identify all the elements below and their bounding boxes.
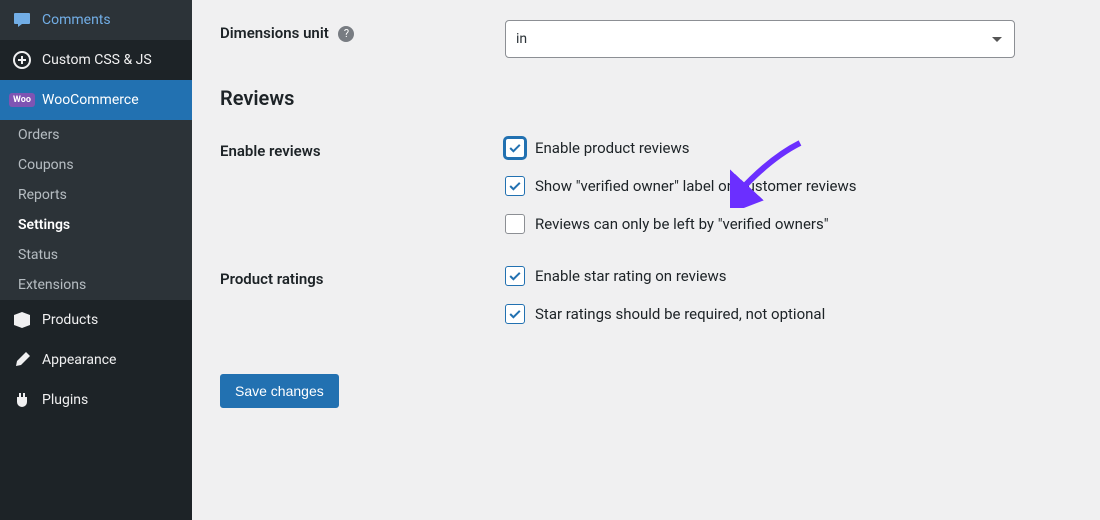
sidebar-item-label: Products <box>42 312 98 328</box>
sidebar-item-appearance[interactable]: Appearance <box>0 340 192 380</box>
enable-reviews-label: Enable reviews <box>220 138 505 160</box>
checkbox-label: Star ratings should be required, not opt… <box>535 305 825 323</box>
check-row: Enable product reviews <box>505 138 1072 158</box>
checkbox-label: Show "verified owner" label on customer … <box>535 177 857 195</box>
submenu-item-extensions[interactable]: Extensions <box>0 270 192 300</box>
verified-owners-only-checkbox[interactable] <box>505 214 525 234</box>
reviews-heading: Reviews <box>220 86 1072 110</box>
sidebar-item-label: WooCommerce <box>42 92 139 108</box>
plug-icon <box>12 390 32 410</box>
enable-star-rating-checkbox[interactable] <box>505 266 525 286</box>
submenu-item-coupons[interactable]: Coupons <box>0 150 192 180</box>
submenu-item-orders[interactable]: Orders <box>0 120 192 150</box>
checkbox-label: Reviews can only be left by "verified ow… <box>535 215 829 233</box>
settings-content: Dimensions unit ? in Reviews Enable revi… <box>192 0 1100 520</box>
sidebar-item-label: Plugins <box>42 392 88 408</box>
woo-icon: Woo <box>12 90 32 110</box>
check-row: Reviews can only be left by "verified ow… <box>505 214 1072 234</box>
submenu-item-reports[interactable]: Reports <box>0 180 192 210</box>
comment-icon <box>12 10 32 30</box>
sidebar-submenu: Orders Coupons Reports Settings Status E… <box>0 120 192 300</box>
sidebar-item-plugins[interactable]: Plugins <box>0 380 192 420</box>
checkbox-label: Enable star rating on reviews <box>535 267 727 285</box>
box-icon <box>12 310 32 330</box>
check-row: Show "verified owner" label on customer … <box>505 176 1072 196</box>
star-ratings-required-checkbox[interactable] <box>505 304 525 324</box>
product-ratings-row: Product ratings Enable star rating on re… <box>220 266 1072 324</box>
sidebar-item-label: Custom CSS & JS <box>42 52 152 68</box>
sidebar-item-products[interactable]: Products <box>0 300 192 340</box>
check-row: Star ratings should be required, not opt… <box>505 304 1072 324</box>
sidebar-item-label: Appearance <box>42 352 116 368</box>
sidebar-item-woocommerce[interactable]: Woo WooCommerce <box>0 80 192 120</box>
submenu-item-status[interactable]: Status <box>0 240 192 270</box>
product-ratings-label: Product ratings <box>220 266 505 288</box>
check-row: Enable star rating on reviews <box>505 266 1072 286</box>
admin-sidebar: Comments Custom CSS & JS Woo WooCommerce… <box>0 0 192 520</box>
dimensions-unit-select[interactable]: in <box>505 20 1015 58</box>
help-icon[interactable]: ? <box>338 26 354 42</box>
plus-circle-icon <box>12 50 32 70</box>
brush-icon <box>12 350 32 370</box>
checkbox-label: Enable product reviews <box>535 139 690 157</box>
enable-product-reviews-checkbox[interactable] <box>505 138 525 158</box>
sidebar-item-custom-css-js[interactable]: Custom CSS & JS <box>0 40 192 80</box>
submenu-item-settings[interactable]: Settings <box>0 210 192 240</box>
sidebar-item-comments[interactable]: Comments <box>0 0 192 40</box>
verified-owner-label-checkbox[interactable] <box>505 176 525 196</box>
save-changes-button[interactable]: Save changes <box>220 374 339 408</box>
enable-reviews-row: Enable reviews Enable product reviews Sh… <box>220 138 1072 234</box>
dimensions-unit-row: Dimensions unit ? in <box>220 20 1072 58</box>
sidebar-item-label: Comments <box>42 12 111 28</box>
dimensions-unit-label: Dimensions unit ? <box>220 20 505 42</box>
